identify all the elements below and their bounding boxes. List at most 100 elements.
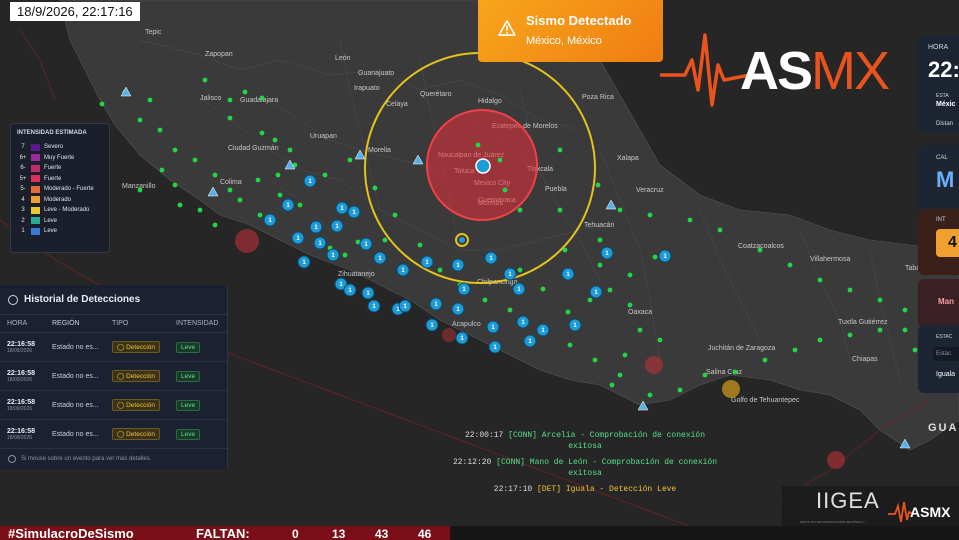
station-green-dot[interactable] [592, 357, 598, 363]
station-green-dot[interactable] [259, 130, 265, 136]
station-green-dot[interactable] [147, 97, 153, 103]
station-green-dot[interactable] [562, 247, 568, 253]
station-green-dot[interactable] [192, 157, 198, 163]
station-green-dot[interactable] [497, 157, 503, 163]
station-green-dot[interactable] [732, 369, 738, 375]
station-green-dot[interactable] [212, 172, 218, 178]
station-green-dot[interactable] [475, 142, 481, 148]
station-green-dot[interactable] [157, 127, 163, 133]
station-green-dot[interactable] [502, 187, 508, 193]
station-green-dot[interactable] [417, 242, 423, 248]
legend-num: 7 [21, 144, 25, 151]
station-green-dot[interactable] [877, 327, 883, 333]
station-green-dot[interactable] [540, 286, 546, 292]
station-green-dot[interactable] [792, 347, 798, 353]
station-green-dot[interactable] [902, 327, 908, 333]
station-green-dot[interactable] [702, 372, 708, 378]
intensity-badge: Leve [176, 399, 201, 411]
station-green-dot[interactable] [172, 147, 178, 153]
station-green-dot[interactable] [567, 342, 573, 348]
station-green-dot[interactable] [595, 182, 601, 188]
station-green-dot[interactable] [787, 262, 793, 268]
station-green-dot[interactable] [255, 177, 261, 183]
history-row[interactable]: 22:16:58 18/09/2026 Estado no es... ◯ Detec… [0, 391, 227, 420]
station-green-dot[interactable] [137, 187, 143, 193]
station-green-dot[interactable] [227, 97, 233, 103]
row-time: 22:16:58 18/09/2026 [7, 341, 52, 354]
station-search-input[interactable]: Estac [933, 347, 959, 361]
station-green-dot[interactable] [137, 117, 143, 123]
station-green-dot[interactable] [322, 172, 328, 178]
legend-num: 6+ [19, 154, 27, 161]
station-green-dot[interactable] [597, 262, 603, 268]
station-green-dot[interactable] [172, 182, 178, 188]
station-green-dot[interactable] [197, 207, 203, 213]
station-green-dot[interactable] [617, 372, 623, 378]
station-green-dot[interactable] [627, 272, 633, 278]
station-green-dot[interactable] [717, 227, 723, 233]
station-green-dot[interactable] [902, 307, 908, 313]
station-green-dot[interactable] [297, 202, 303, 208]
station-green-dot[interactable] [847, 287, 853, 293]
history-row[interactable]: 22:16:58 18/09/2026 Estado no es... ◯ Detec… [0, 333, 227, 362]
station-green-dot[interactable] [272, 137, 278, 143]
station-green-dot[interactable] [817, 337, 823, 343]
station-green-dot[interactable] [382, 237, 388, 243]
station-green-dot[interactable] [627, 302, 633, 308]
station-green-dot[interactable] [597, 237, 603, 243]
station-green-dot[interactable] [237, 197, 243, 203]
station-green-dot[interactable] [657, 337, 663, 343]
tipo-text: Detección [126, 431, 155, 438]
station-green-dot[interactable] [437, 267, 443, 273]
station-green-dot[interactable] [242, 89, 248, 95]
station-green-dot[interactable] [687, 217, 693, 223]
station-green-dot[interactable] [517, 267, 523, 273]
station-green-dot[interactable] [557, 207, 563, 213]
station-green-dot[interactable] [847, 332, 853, 338]
alert-banner[interactable]: Sismo Detectado México, México [478, 0, 663, 62]
station-green-dot[interactable] [677, 387, 683, 393]
station-green-dot[interactable] [912, 347, 918, 353]
station-green-dot[interactable] [482, 297, 488, 303]
map-label: Celaya [386, 101, 408, 108]
console-msg2: exitosa [568, 469, 602, 478]
station-green-dot[interactable] [212, 222, 218, 228]
history-row[interactable]: 22:16:58 18/09/2026 Estado no es... ◯ Detec… [0, 362, 227, 391]
station-green-dot[interactable] [347, 157, 353, 163]
station-green-dot[interactable] [609, 382, 615, 388]
station-green-dot[interactable] [287, 147, 293, 153]
station-green-dot[interactable] [877, 297, 883, 303]
station-green-dot[interactable] [607, 287, 613, 293]
station-green-dot[interactable] [622, 352, 628, 358]
station-green-dot[interactable] [617, 207, 623, 213]
station-green-dot[interactable] [275, 172, 281, 178]
station-green-dot[interactable] [517, 207, 523, 213]
station-green-dot[interactable] [507, 307, 513, 313]
station-green-dot[interactable] [259, 95, 265, 101]
station-green-dot[interactable] [227, 187, 233, 193]
station-green-dot[interactable] [637, 327, 643, 333]
station-green-dot[interactable] [762, 357, 768, 363]
station-green-dot[interactable] [587, 297, 593, 303]
station-green-dot[interactable] [202, 77, 208, 83]
station-green-dot[interactable] [372, 185, 378, 191]
station-green-dot[interactable] [159, 167, 165, 173]
station-green-dot[interactable] [99, 101, 105, 107]
station-green-dot[interactable] [257, 212, 263, 218]
station-green-dot[interactable] [652, 254, 658, 260]
station-green-dot[interactable] [557, 147, 563, 153]
station-green-dot[interactable] [647, 212, 653, 218]
station-green-dot[interactable] [817, 277, 823, 283]
station-green-dot[interactable] [565, 309, 571, 315]
console-line: 22:12:20 [CONN] Mano de León - Comprobac… [440, 457, 730, 479]
station-green-dot[interactable] [647, 392, 653, 398]
station-green-dot[interactable] [757, 247, 763, 253]
station-green-dot[interactable] [277, 192, 283, 198]
station-green-dot[interactable] [392, 212, 398, 218]
station-green-dot[interactable] [177, 202, 183, 208]
history-row[interactable]: 22:16:58 18/09/2026 Estado no es... ◯ Detec… [0, 420, 227, 449]
station-green-dot[interactable] [227, 115, 233, 121]
station-green-dot[interactable] [342, 252, 348, 258]
epicenter-marker[interactable] [475, 158, 491, 174]
map-label: Tehuacán [584, 222, 614, 229]
